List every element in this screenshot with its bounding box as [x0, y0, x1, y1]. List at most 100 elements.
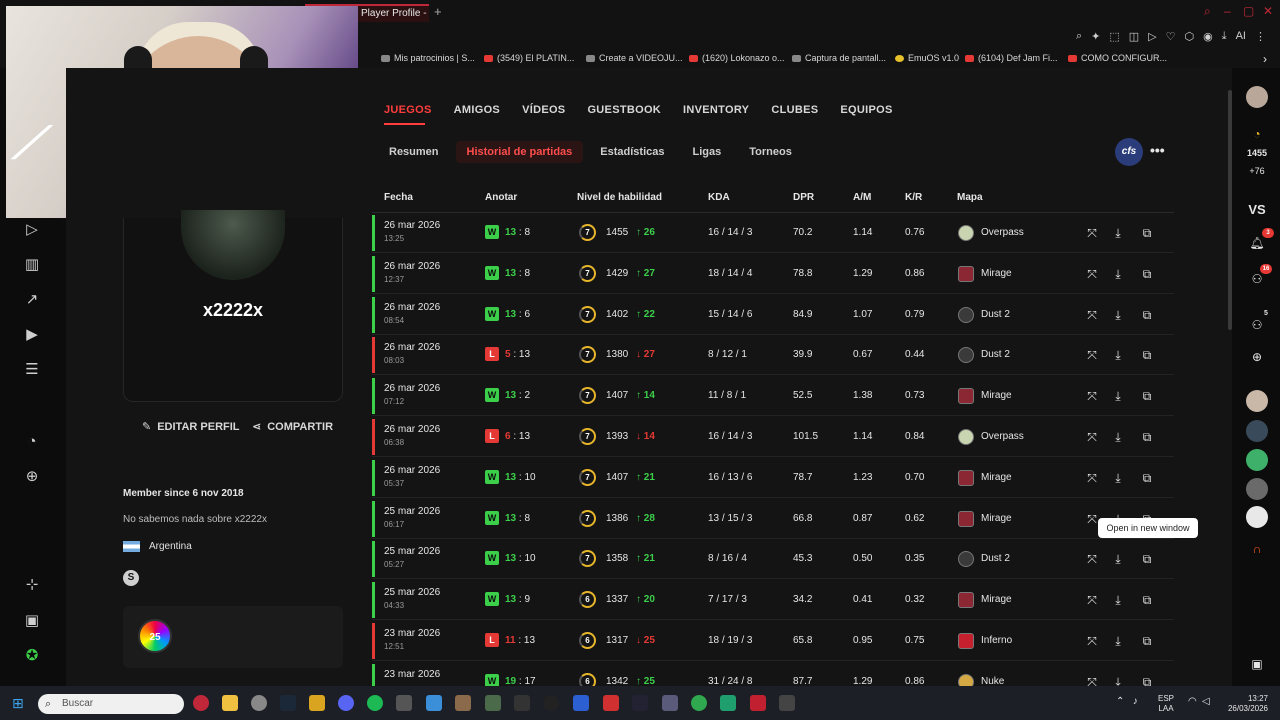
- expand-icon[interactable]: ⤧: [1084, 470, 1100, 486]
- app-icon[interactable]: [455, 695, 471, 711]
- camera-icon[interactable]: ◫: [1129, 30, 1139, 43]
- app-icon[interactable]: [514, 695, 530, 711]
- notifications-icon[interactable]: ◔: [22, 432, 42, 452]
- edit-profile-button[interactable]: ✎ EDITAR PERFIL: [142, 420, 240, 434]
- extensions-icon[interactable]: ⬡: [1185, 30, 1195, 43]
- notepad-icon[interactable]: [426, 695, 442, 711]
- tab-vídeos[interactable]: VÍDEOS: [522, 104, 565, 116]
- more-options-icon[interactable]: •••: [1150, 142, 1165, 158]
- external-link-icon[interactable]: ⧉: [1139, 551, 1155, 567]
- play-icon[interactable]: ▷: [22, 220, 42, 240]
- party-icon[interactable]: ⚇: [1244, 318, 1270, 332]
- subtab-2[interactable]: Estadísticas: [589, 141, 675, 163]
- network-icon[interactable]: ◠: [1188, 696, 1197, 707]
- table-row[interactable]: 25 mar 2026 06:17 W 13 : 8 7 1386 ↑ 28 13 / 15 …: [372, 498, 1174, 539]
- bookmark-item[interactable]: EmuOS v1.0: [895, 53, 959, 63]
- scrollbar[interactable]: [1228, 90, 1232, 330]
- premium-icon[interactable]: ✪: [22, 646, 42, 666]
- bookmark-item[interactable]: (1620) Lokonazo o...: [689, 53, 785, 63]
- subtab-0[interactable]: Resumen: [378, 141, 450, 163]
- app-icon[interactable]: [750, 695, 766, 711]
- app-icon[interactable]: [573, 695, 589, 711]
- app-icon[interactable]: [485, 695, 501, 711]
- discord-icon[interactable]: [338, 695, 354, 711]
- bookmark-item[interactable]: Create a VIDEOJU...: [586, 53, 683, 63]
- friends-icon[interactable]: ⚇: [1244, 272, 1270, 286]
- expand-icon[interactable]: ⤧: [1084, 429, 1100, 445]
- expand-icon[interactable]: ⤧: [1084, 592, 1100, 608]
- collapse-icon[interactable]: ▣: [1244, 657, 1270, 671]
- app-icon[interactable]: [662, 695, 678, 711]
- download-icon[interactable]: ⤓: [1110, 307, 1126, 323]
- crosshair-icon[interactable]: ⊹: [22, 575, 42, 595]
- list-icon[interactable]: ☰: [22, 360, 42, 380]
- share-button[interactable]: ⋖ COMPARTIR: [252, 420, 333, 434]
- tab-equipos[interactable]: EQUIPOS: [840, 104, 892, 116]
- headset-icon[interactable]: ∩: [1244, 542, 1270, 556]
- table-row[interactable]: 26 mar 2026 05:37 W 13 : 10 7 1407 ↑ 21 16 / 13…: [372, 457, 1174, 498]
- ai-button[interactable]: AI: [1236, 30, 1246, 43]
- friend-avatar[interactable]: [1246, 420, 1268, 442]
- search-icon[interactable]: ⌕: [1204, 4, 1211, 19]
- friend-avatar[interactable]: [1246, 449, 1268, 471]
- tray-chevron-icon[interactable]: ⌃: [1116, 696, 1124, 707]
- external-link-icon[interactable]: ⧉: [1139, 347, 1155, 363]
- bell-icon[interactable]: 🔔︎: [1244, 236, 1270, 250]
- table-row[interactable]: 25 mar 2026 04:33 W 13 : 9 6 1337 ↑ 20 7 / 17 /…: [372, 580, 1174, 621]
- user-avatar[interactable]: [1246, 86, 1268, 108]
- tab-guestbook[interactable]: GUESTBOOK: [587, 104, 661, 116]
- profile-badge[interactable]: 25: [138, 619, 172, 653]
- external-link-icon[interactable]: ⧉: [1139, 429, 1155, 445]
- download-icon[interactable]: ⤓: [1110, 388, 1126, 404]
- store-icon[interactable]: ▣: [22, 611, 42, 631]
- add-friend-icon[interactable]: ⊕: [1244, 350, 1270, 364]
- add-icon[interactable]: ⊕: [22, 467, 42, 487]
- spotify-icon[interactable]: [367, 695, 383, 711]
- steam-taskbar-icon[interactable]: [280, 695, 296, 711]
- app-icon[interactable]: [309, 695, 325, 711]
- stats-icon[interactable]: ▥: [22, 255, 42, 275]
- table-row[interactable]: 26 mar 2026 12:37 W 13 : 8 7 1429 ↑ 27 18 / 14 …: [372, 253, 1174, 294]
- tab-clubes[interactable]: CLUBES: [771, 104, 818, 116]
- download-icon[interactable]: ⤓: [1110, 429, 1126, 445]
- friend-avatar[interactable]: [1246, 478, 1268, 500]
- screenshot-icon[interactable]: ⬚: [1109, 30, 1119, 43]
- download-icon[interactable]: ⤓: [1222, 30, 1227, 43]
- download-icon[interactable]: ⤓: [1110, 592, 1126, 608]
- close-icon[interactable]: ✕: [1263, 4, 1273, 18]
- bookmark-item[interactable]: COMO CONFIGUR...: [1068, 53, 1167, 63]
- minimize-icon[interactable]: –: [1224, 4, 1231, 18]
- table-row[interactable]: 26 mar 2026 08:03 L 5 : 13 7 1380 ↓ 27 8 / 12 /…: [372, 335, 1174, 376]
- subtab-1[interactable]: Historial de partidas: [455, 141, 584, 163]
- download-icon[interactable]: ⤓: [1110, 347, 1126, 363]
- expand-icon[interactable]: ⤧: [1084, 225, 1100, 241]
- external-link-icon[interactable]: ⧉: [1139, 266, 1155, 282]
- versus-icon[interactable]: VS: [1244, 202, 1270, 217]
- play-icon[interactable]: ▷: [1148, 30, 1156, 43]
- menu-icon[interactable]: ⋮: [1255, 30, 1266, 43]
- app-icon[interactable]: [251, 695, 267, 711]
- expand-icon[interactable]: ⤧: [1084, 266, 1100, 282]
- table-row[interactable]: 26 mar 2026 06:38 L 6 : 13 7 1393 ↓ 14 16 / 14 …: [372, 417, 1174, 457]
- external-link-icon[interactable]: ⧉: [1139, 470, 1155, 486]
- expand-icon[interactable]: ⤧: [1084, 551, 1100, 567]
- xbox-icon[interactable]: [691, 695, 707, 711]
- pin-icon[interactable]: ✦: [1091, 30, 1100, 43]
- expand-icon[interactable]: ⤧: [1084, 307, 1100, 323]
- subtab-4[interactable]: Torneos: [738, 141, 803, 163]
- download-icon[interactable]: ⤓: [1110, 470, 1126, 486]
- download-icon[interactable]: ⤓: [1110, 266, 1126, 282]
- taskbar-search[interactable]: ⌕ Buscar: [38, 694, 184, 714]
- tab-amigos[interactable]: AMIGOS: [454, 104, 500, 116]
- opera-gx-icon[interactable]: [193, 695, 209, 711]
- new-tab-button[interactable]: +: [434, 4, 442, 20]
- download-icon[interactable]: ⤓: [1110, 225, 1126, 241]
- table-row[interactable]: 26 mar 2026 08:54 W 13 : 6 7 1402 ↑ 22 15 / 14 …: [372, 294, 1174, 335]
- file-explorer-icon[interactable]: [222, 695, 238, 711]
- bookmark-item[interactable]: Mis patrocinios | S...: [381, 53, 475, 63]
- app-icon[interactable]: [396, 695, 412, 711]
- bookmark-item[interactable]: (6104) Def Jam Fi...: [965, 53, 1058, 63]
- bookmark-item[interactable]: Captura de pantall...: [792, 53, 886, 63]
- tab-juegos[interactable]: JUEGOS: [384, 104, 432, 116]
- app-icon[interactable]: [543, 695, 559, 711]
